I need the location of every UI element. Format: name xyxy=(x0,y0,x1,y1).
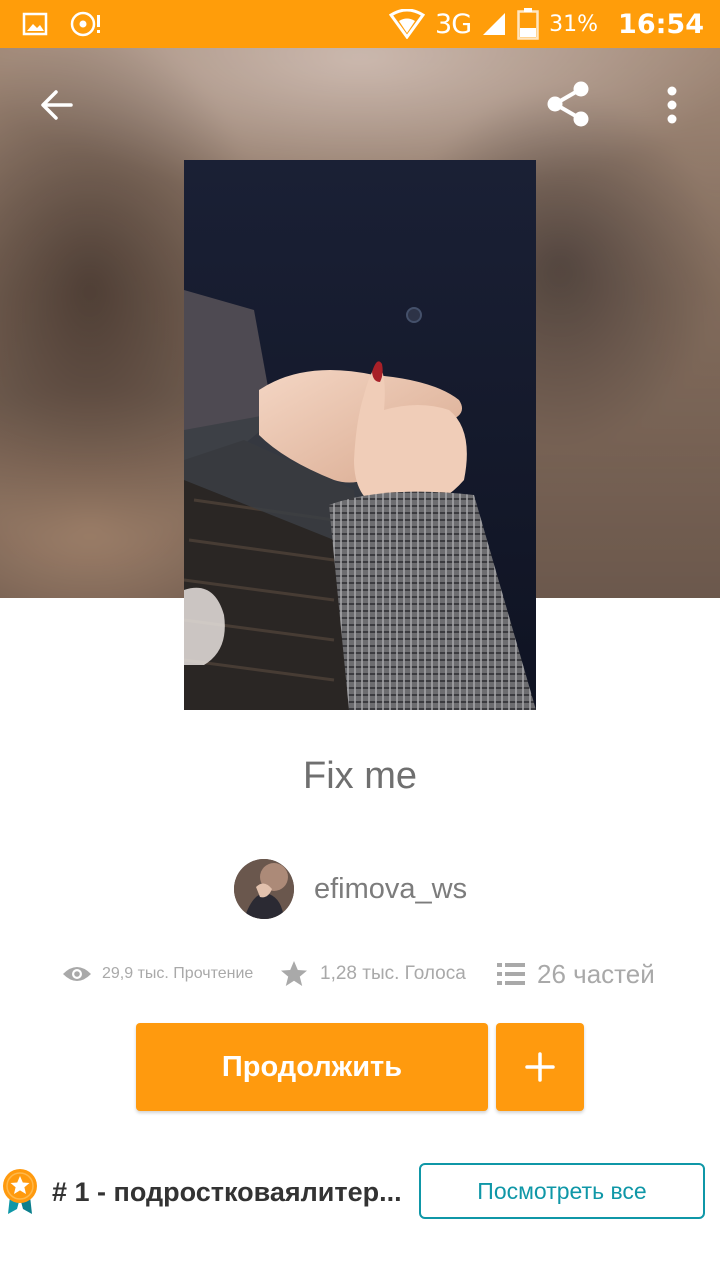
add-to-library-button[interactable] xyxy=(496,1023,584,1111)
reads-stat: 29,9 тыс. Прочтение xyxy=(62,950,253,998)
ranking-row: # 1 - подростковаялитер... Посмотреть вс… xyxy=(0,1160,720,1224)
image-icon xyxy=(22,12,48,36)
parts-count[interactable]: 26 частей xyxy=(537,959,655,990)
view-all-button[interactable]: Посмотреть все xyxy=(419,1163,705,1219)
list-icon xyxy=(497,963,525,985)
more-vert-icon xyxy=(667,86,677,124)
star-icon xyxy=(281,961,307,986)
share-button[interactable] xyxy=(538,74,598,134)
eye-icon xyxy=(63,967,91,981)
cover-photo xyxy=(184,160,536,710)
plus-icon xyxy=(525,1052,555,1082)
ranking-text[interactable]: # 1 - подростковаялитер... xyxy=(52,1160,408,1224)
wifi-icon xyxy=(389,9,426,39)
story-details-screen: 3G 31% 16:54 Fix me efimova_ws 29,9 тыс.… xyxy=(0,0,720,1280)
network-type: 3G xyxy=(435,8,472,40)
disc-icon xyxy=(70,11,100,37)
clock: 16:54 xyxy=(618,8,704,40)
back-button[interactable] xyxy=(30,78,84,132)
status-notifications xyxy=(22,10,102,38)
signal-icon xyxy=(483,13,506,35)
author-name[interactable]: efimova_ws xyxy=(314,873,467,906)
status-bar: 3G 31% 16:54 xyxy=(0,0,720,48)
battery-percent: 31% xyxy=(549,11,599,37)
votes-stat: 1,28 тыс. Голоса xyxy=(280,950,466,998)
reads-count: 29,9 тыс. Прочтение xyxy=(102,965,254,982)
parts-stat[interactable]: 26 частей xyxy=(497,950,655,998)
battery-icon xyxy=(517,8,539,40)
share-icon xyxy=(547,81,589,127)
continue-reading-button[interactable]: Продолжить xyxy=(136,1023,488,1111)
avatar[interactable] xyxy=(234,859,294,919)
back-arrow-icon xyxy=(41,90,73,120)
votes-count: 1,28 тыс. Голоса xyxy=(320,963,466,984)
story-cover-image[interactable] xyxy=(184,160,536,710)
story-title: Fix me xyxy=(303,755,417,797)
award-ribbon-icon xyxy=(3,1169,37,1214)
author-link[interactable]: efimova_ws xyxy=(234,858,467,920)
more-options-button[interactable] xyxy=(650,78,694,132)
avatar-image xyxy=(234,859,294,919)
story-stats: 29,9 тыс. Прочтение 1,28 тыс. Голоса 26 … xyxy=(0,950,720,998)
status-indicators: 3G 31% 16:54 xyxy=(389,0,704,48)
